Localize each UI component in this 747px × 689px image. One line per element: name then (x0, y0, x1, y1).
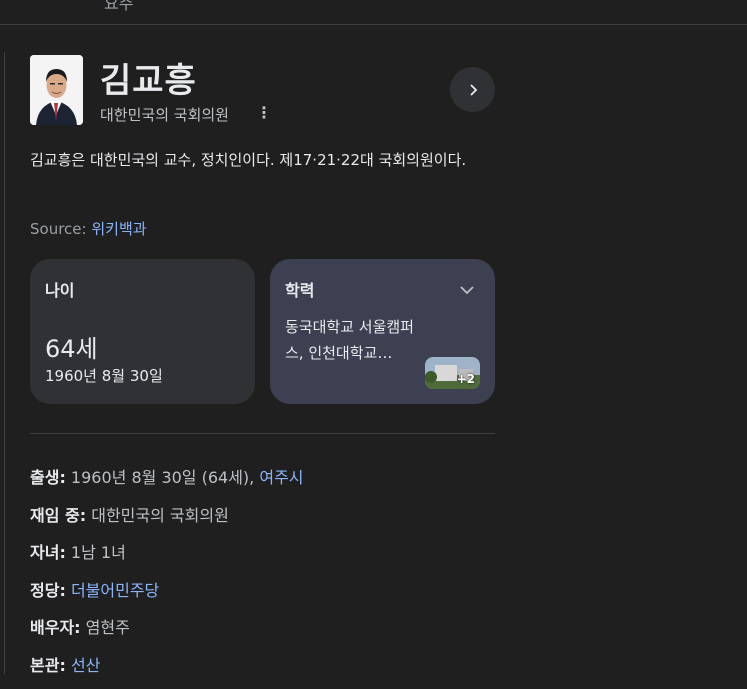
page-title: 김교흥 (100, 53, 197, 102)
more-options-icon[interactable]: ⋮ (256, 104, 270, 122)
fact-label: 배우자: (30, 618, 81, 637)
description: 김교흥은 대한민국의 교수, 정치인이다. 제17·21·22대 국회의원이다. (30, 146, 495, 174)
fact-link[interactable]: 여주시 (259, 468, 303, 487)
birth-date: 1960년 8월 30일 (45, 365, 163, 386)
education-thumbnail[interactable]: +2 (425, 357, 480, 389)
portrait-image (30, 55, 83, 125)
top-bar-cut-text: 요주 (104, 0, 133, 14)
fact-link[interactable]: 더불어민주당 (71, 581, 159, 600)
fact-value: 1960년 8월 30일 (64세), (66, 468, 260, 487)
fact-row: 재임 중: 대한민국의 국회의원 (30, 502, 304, 540)
fact-row: 정당: 더불어민주당 (30, 577, 304, 615)
age-card[interactable]: 나이 64세 1960년 8월 30일 (30, 259, 255, 404)
fact-label: 자녀: (30, 543, 66, 562)
left-rule (4, 52, 5, 674)
source-line: Source: 위키백과 (30, 218, 147, 239)
knowledge-panel: 김교흥 대한민국의 국회의원 ⋮ 김교흥은 대한민국의 교수, 정치인이다. 제… (30, 55, 495, 135)
subtitle: 대한민국의 국회의원 (100, 104, 229, 125)
panel-header: 김교흥 대한민국의 국회의원 ⋮ (30, 55, 495, 135)
fact-row: 자녀: 1남 1녀 (30, 539, 304, 577)
fact-value: 1남 1녀 (66, 543, 126, 562)
fact-row: 배우자: 염현주 (30, 614, 304, 652)
fact-value: 염현주 (81, 618, 130, 637)
age-value: 64세 (45, 329, 98, 364)
fact-row: 본관: 선산 (30, 652, 304, 689)
fact-link[interactable]: 선산 (71, 656, 100, 675)
education-card-title: 학력 (285, 277, 314, 301)
fact-value: 대한민국의 국회의원 (86, 506, 229, 525)
more-images-count: +2 (457, 372, 475, 386)
next-button[interactable] (450, 67, 495, 112)
fact-label: 본관: (30, 656, 66, 675)
top-bar: 요주 (0, 0, 747, 25)
chevron-down-icon[interactable] (459, 285, 475, 295)
fact-label: 재임 중: (30, 506, 86, 525)
source-label: Source: (30, 220, 87, 238)
source-link[interactable]: 위키백과 (91, 220, 146, 238)
avatar[interactable] (30, 55, 83, 125)
fact-label: 정당: (30, 581, 66, 600)
chevron-right-icon (466, 83, 480, 97)
fact-row: 출생: 1960년 8월 30일 (64세), 여주시 (30, 464, 304, 502)
fact-label: 출생: (30, 468, 66, 487)
education-text: 동국대학교 서울캠퍼스, 인천대학교… (285, 314, 415, 366)
education-card[interactable]: 학력 동국대학교 서울캠퍼스, 인천대학교… +2 (270, 259, 495, 404)
facts-list: 출생: 1960년 8월 30일 (64세), 여주시재임 중: 대한민국의 국… (30, 464, 304, 689)
divider (30, 433, 495, 434)
age-card-title: 나이 (45, 277, 74, 301)
